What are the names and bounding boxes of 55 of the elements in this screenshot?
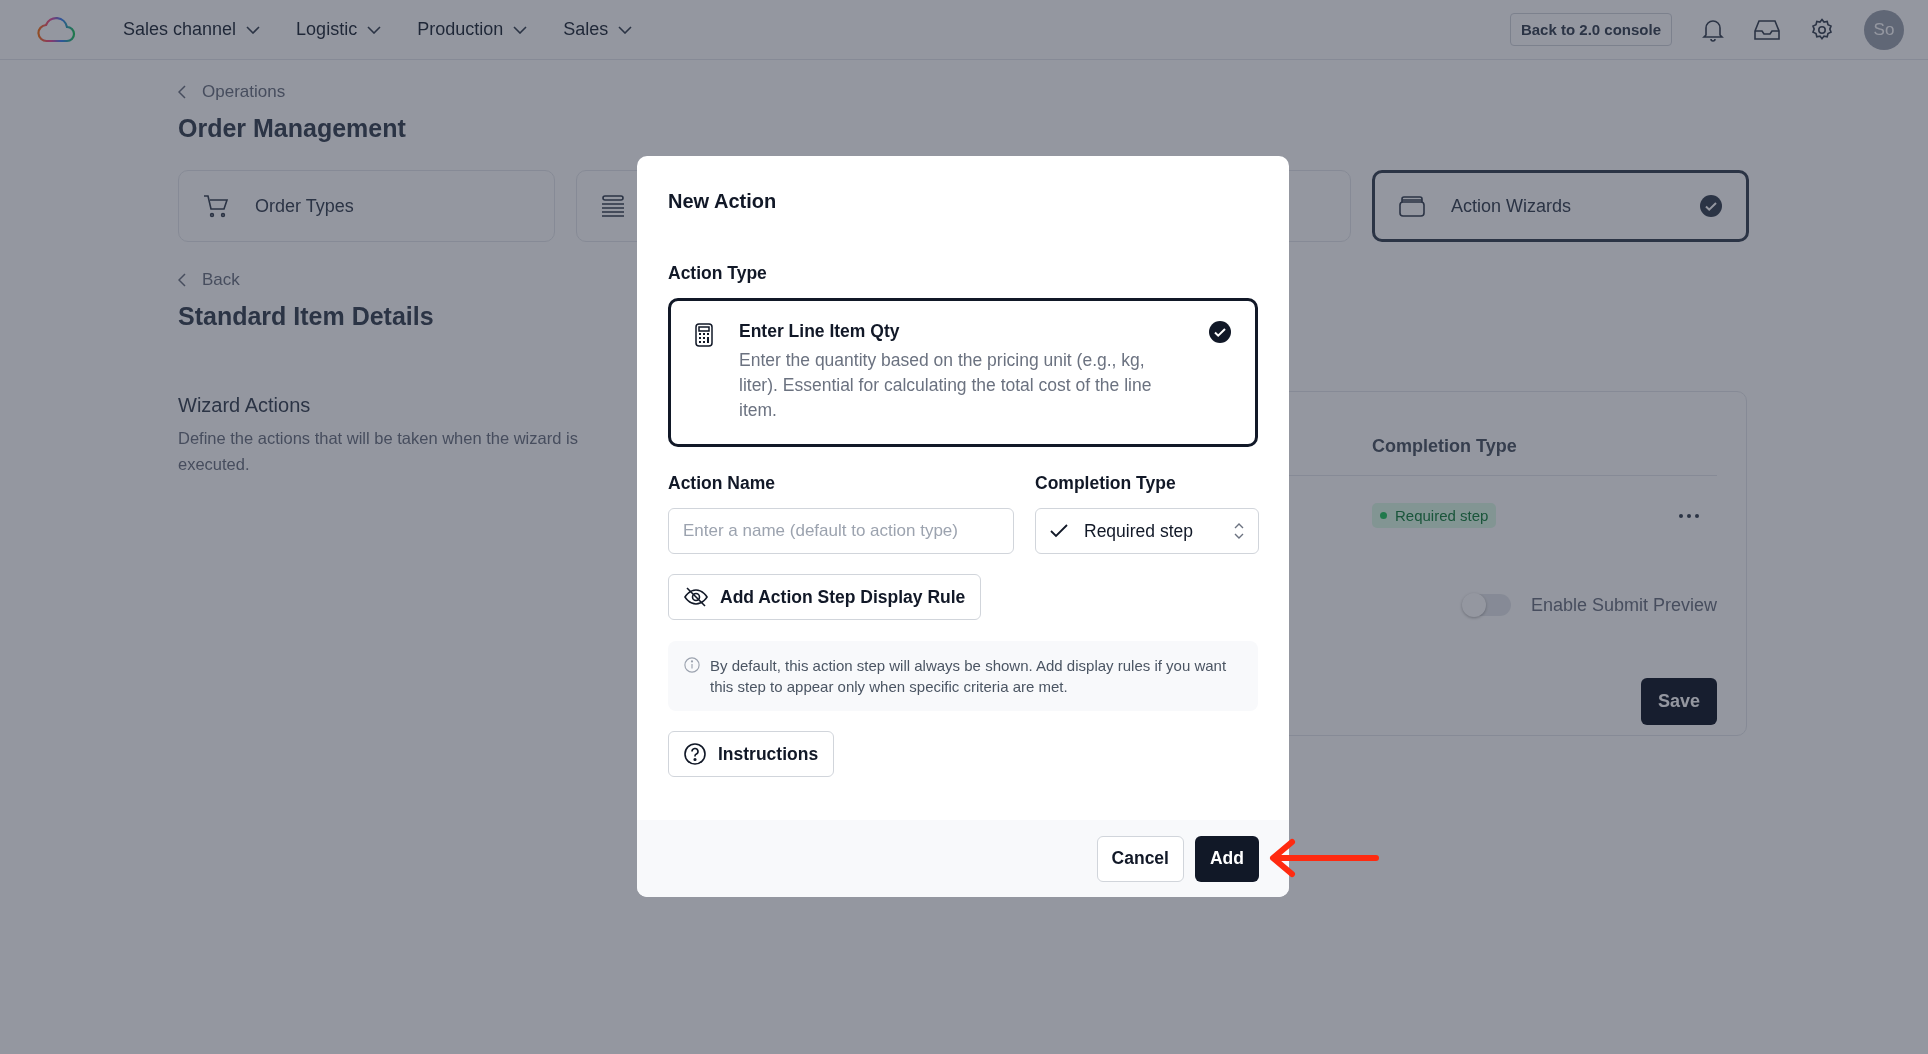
check-icon bbox=[1700, 195, 1722, 217]
instructions-button[interactable]: Instructions bbox=[668, 731, 835, 777]
cart-icon bbox=[203, 194, 229, 218]
field-label: Action Name bbox=[668, 473, 776, 494]
box-icon bbox=[1399, 195, 1425, 217]
nav-menu[interactable]: Sales bbox=[563, 19, 633, 40]
chevron-down-icon bbox=[513, 25, 528, 34]
eye-off-icon bbox=[684, 587, 708, 607]
completion-select[interactable]: Required step bbox=[1035, 508, 1259, 554]
chevron-left-icon bbox=[178, 273, 186, 287]
list-icon bbox=[601, 195, 625, 217]
nav-menu[interactable]: Sales channel bbox=[123, 19, 261, 40]
name-field[interactable]: Enter a name (default to action type) bbox=[668, 508, 1014, 554]
toggle-switch[interactable] bbox=[1462, 594, 1511, 616]
checkmark-icon bbox=[1050, 524, 1068, 538]
section-description: Define the actions that will be taken when the wizard is executed. bbox=[178, 428, 579, 475]
display-rule-button[interactable]: Add Action Step Display Rule bbox=[668, 574, 982, 620]
check-icon bbox=[1209, 321, 1231, 343]
updown-chevron-icon bbox=[1234, 522, 1244, 540]
page-title: Order Management bbox=[178, 114, 406, 143]
nav-card[interactable]: Order Types bbox=[178, 170, 555, 242]
arrow-icon bbox=[1268, 838, 1380, 878]
option-title: Enter Line Item Qty bbox=[739, 321, 901, 342]
nav-menu[interactable]: Production bbox=[417, 19, 528, 40]
nav-menu[interactable]: Logistic bbox=[296, 19, 382, 40]
help-icon bbox=[684, 743, 706, 765]
logo-icon[interactable] bbox=[37, 16, 77, 43]
save-button[interactable]: Save bbox=[1640, 678, 1717, 725]
add-button[interactable]: Add bbox=[1194, 835, 1259, 882]
inbox-icon[interactable] bbox=[1754, 18, 1780, 41]
info-text: By default, this action step will always be shown. Add display rules if you want this step to appear only when specific criteria are met. bbox=[710, 656, 1228, 697]
dialog-title: New Action bbox=[668, 190, 778, 213]
option-description: Enter the quantity based on the pricing unit (e.g., kg, liter). Essential for calculating the total cost of the line item. bbox=[739, 349, 1153, 422]
action-type-option[interactable]: Enter Line Item Qty Enter the quantity based on the pricing unit (e.g., kg, liter). Essential for calculating the total cost of the line item. bbox=[668, 298, 1258, 447]
section-heading: Wizard Actions bbox=[178, 394, 312, 417]
column-header: Completion Type bbox=[1372, 436, 1518, 457]
field-label: Action Type bbox=[668, 263, 768, 284]
section-title: Standard Item Details bbox=[178, 302, 434, 331]
chevron-down-icon bbox=[618, 25, 633, 34]
cancel-button[interactable]: Cancel bbox=[1096, 835, 1184, 882]
breadcrumb-link[interactable]: Operations bbox=[178, 82, 286, 102]
chevron-down-icon bbox=[367, 25, 382, 34]
calculator-icon bbox=[695, 323, 713, 347]
nav-card[interactable]: Action Wizards bbox=[1372, 170, 1749, 242]
settings-icon[interactable] bbox=[1810, 17, 1834, 42]
console-button[interactable]: Back to 2.0 console bbox=[1509, 13, 1672, 46]
more-icon[interactable] bbox=[1679, 513, 1699, 518]
chevron-left-icon bbox=[178, 85, 186, 99]
back-link[interactable]: Back bbox=[178, 270, 240, 290]
toggle-label: Enable Submit Preview bbox=[1530, 594, 1717, 616]
info-icon bbox=[684, 657, 700, 673]
field-label: Completion Type bbox=[1035, 473, 1177, 494]
chevron-down-icon bbox=[246, 25, 261, 34]
status-badge: Required step bbox=[1372, 503, 1497, 528]
bell-icon[interactable] bbox=[1702, 17, 1724, 42]
